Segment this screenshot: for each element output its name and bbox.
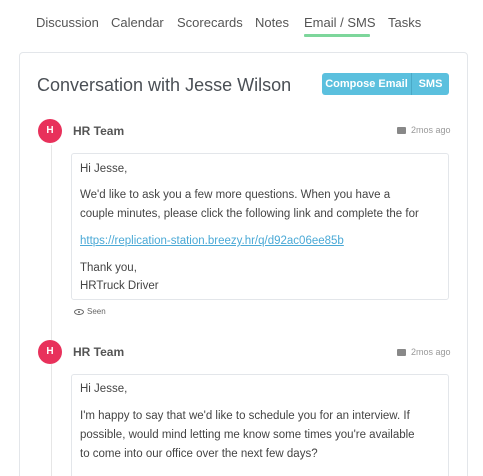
message-time: 2mos ago	[411, 347, 451, 357]
mail-icon	[397, 348, 406, 356]
tab-bar: Discussion Calendar Scorecards Notes Ema…	[0, 0, 483, 40]
message-sender: HR Team	[73, 124, 125, 138]
message-greeting: Hi Jesse,	[80, 383, 128, 395]
tab-tasks[interactable]: Tasks	[388, 15, 421, 30]
message-body	[71, 153, 449, 300]
compose-email-button[interactable]: Compose Email	[322, 73, 411, 95]
timeline-line	[51, 364, 52, 476]
seen-status: Seen	[74, 307, 106, 316]
message-greeting: Hi Jesse,	[80, 163, 128, 175]
message-sender: HR Team	[73, 345, 125, 359]
tab-scorecards[interactable]: Scorecards	[177, 15, 243, 30]
tab-email-sms[interactable]: Email / SMS	[304, 15, 376, 30]
message-text: possible, would mind letting me know som…	[80, 429, 415, 441]
message-signature: HRTruck Driver	[80, 280, 159, 292]
message-text: I'm happy to say that we'd like to sched…	[80, 410, 410, 422]
tab-calendar[interactable]: Calendar	[111, 15, 164, 30]
message-text: We'd like to ask you a few more question…	[80, 189, 391, 201]
message-meta: 2mos ago	[397, 125, 451, 135]
message-meta: 2mos ago	[397, 347, 451, 357]
timeline-line	[51, 145, 52, 340]
active-tab-indicator	[304, 34, 370, 37]
message-text: couple minutes, please click the followi…	[80, 208, 419, 220]
message-text: to come into our office over the next fe…	[80, 448, 318, 460]
avatar: H	[38, 340, 62, 364]
sms-button[interactable]: SMS	[411, 73, 449, 95]
conversation-title: Conversation with Jesse Wilson	[37, 75, 292, 95]
tab-discussion[interactable]: Discussion	[36, 15, 99, 30]
compose-button-group: Compose Email SMS	[322, 73, 449, 95]
seen-label: Seen	[87, 307, 106, 316]
questionnaire-link[interactable]: https://replication-station.breezy.hr/q/…	[80, 235, 344, 247]
message-body	[71, 374, 449, 476]
mail-icon	[397, 126, 406, 134]
tab-notes[interactable]: Notes	[255, 15, 289, 30]
avatar: H	[38, 119, 62, 143]
eye-icon	[74, 308, 84, 315]
message-signoff: Thank you,	[80, 262, 137, 274]
message-time: 2mos ago	[411, 125, 451, 135]
